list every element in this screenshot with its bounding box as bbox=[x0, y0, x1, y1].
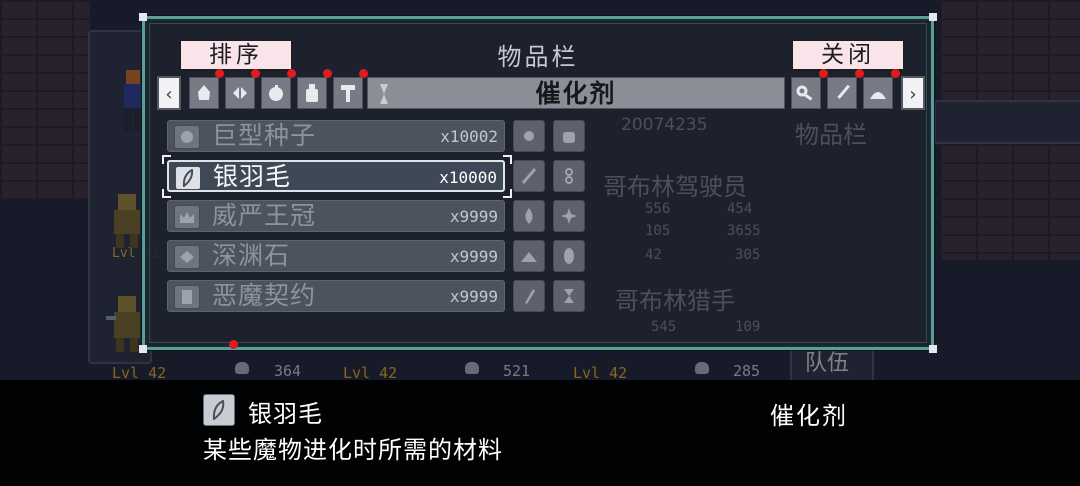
item-count: x9999 bbox=[449, 207, 498, 226]
key-icon bbox=[796, 85, 813, 101]
seed-icon bbox=[174, 125, 200, 149]
ghost-stat: 3655 bbox=[727, 223, 761, 239]
tab-stone[interactable] bbox=[189, 77, 219, 109]
inventory-slot[interactable] bbox=[513, 200, 545, 232]
description-text: 某些魔物进化时所需的材料 bbox=[203, 436, 503, 464]
tab-bottle[interactable] bbox=[297, 77, 327, 109]
item-description-bar: 银羽毛 催化剂 某些魔物进化时所需的材料 bbox=[0, 380, 1080, 486]
notification-dot bbox=[891, 69, 900, 78]
inventory-slot[interactable] bbox=[553, 280, 585, 312]
hourglass-icon bbox=[564, 289, 574, 303]
close-button-label: 关闭 bbox=[821, 42, 875, 68]
selection-bracket bbox=[503, 189, 512, 198]
inventory-slot[interactable] bbox=[553, 200, 585, 232]
helmet-icon bbox=[870, 92, 886, 99]
item-name: 巨型种子 bbox=[212, 121, 317, 150]
inventory-slot[interactable] bbox=[513, 120, 545, 152]
item-name: 银羽毛 bbox=[213, 162, 292, 191]
ghost-unit-name-2: 哥布林猎手 bbox=[615, 287, 735, 315]
tab-hammer[interactable] bbox=[333, 77, 363, 109]
inventory-slot[interactable] bbox=[513, 280, 545, 312]
tab-helmet[interactable] bbox=[863, 77, 893, 109]
tab-next-arrow[interactable]: › bbox=[901, 76, 925, 110]
sword-icon bbox=[837, 84, 850, 99]
ghost-stat: 105 bbox=[645, 223, 671, 239]
ghost-stat: 454 bbox=[727, 201, 753, 217]
branch-icon bbox=[521, 168, 537, 184]
tab-wing[interactable] bbox=[225, 77, 255, 109]
wing-icon bbox=[233, 87, 247, 99]
item-name: 深渊石 bbox=[212, 241, 291, 270]
gem-icon bbox=[564, 248, 574, 264]
drop-icon bbox=[525, 208, 533, 224]
notification-dot bbox=[359, 69, 368, 78]
ghost-score: 20074235 bbox=[621, 115, 708, 135]
notification-dot bbox=[229, 340, 238, 349]
sun-icon bbox=[524, 131, 534, 141]
inventory-slot[interactable] bbox=[553, 240, 585, 272]
item-row-majestic-crown[interactable]: 威严王冠 x9999 bbox=[167, 200, 505, 232]
panel-corner bbox=[929, 13, 937, 21]
ghost-unit-name-1: 哥布林驾驶员 bbox=[603, 173, 747, 201]
bottle-icon bbox=[306, 84, 318, 102]
inventory-slot[interactable] bbox=[553, 120, 585, 152]
item-row-silver-feather[interactable]: 银羽毛 x10000 bbox=[167, 160, 505, 192]
ghost-inventory-title: 物品栏 bbox=[795, 121, 867, 149]
pot-icon bbox=[563, 132, 575, 143]
ghost-stat: 556 bbox=[645, 201, 671, 217]
abyss-stone-icon bbox=[174, 245, 200, 269]
tab-prev-arrow[interactable]: ‹ bbox=[157, 76, 181, 110]
chain-icon bbox=[565, 168, 573, 184]
hammer-icon bbox=[341, 85, 355, 102]
star-icon bbox=[561, 208, 577, 224]
notification-dot bbox=[215, 69, 224, 78]
tab-sword[interactable] bbox=[827, 77, 857, 109]
selection-bracket bbox=[162, 155, 171, 164]
ghost-stat: 109 bbox=[735, 319, 761, 335]
inventory-panel: 20074235 物品栏 哥布林驾驶员 556 454 105 3655 42 … bbox=[139, 13, 937, 353]
inventory-slot[interactable] bbox=[553, 160, 585, 192]
item-name: 威严王冠 bbox=[212, 201, 317, 230]
crystal-icon bbox=[525, 289, 535, 304]
panel-corner bbox=[139, 345, 147, 353]
item-row-giant-seed[interactable]: 巨型种子 x10002 bbox=[167, 120, 505, 152]
item-row-abyss-stone[interactable]: 深渊石 x9999 bbox=[167, 240, 505, 272]
tab-orb[interactable] bbox=[261, 77, 291, 109]
description-item-name: 银羽毛 bbox=[248, 400, 323, 428]
ghost-stat: 305 bbox=[735, 247, 761, 263]
item-count: x9999 bbox=[449, 247, 498, 266]
notification-dot bbox=[323, 69, 332, 78]
panel-corner bbox=[929, 345, 937, 353]
item-row-demon-contract[interactable]: 恶魔契约 x9999 bbox=[167, 280, 505, 312]
item-count: x10002 bbox=[440, 127, 498, 146]
notification-dot bbox=[819, 69, 828, 78]
inventory-slot[interactable] bbox=[513, 240, 545, 272]
panel-corner bbox=[139, 13, 147, 21]
ghost-stat: 42 bbox=[645, 247, 662, 263]
item-count: x10000 bbox=[439, 168, 497, 187]
feather-icon bbox=[175, 166, 201, 190]
description-category: 催化剂 bbox=[770, 402, 848, 430]
ghost-stat: 545 bbox=[651, 319, 677, 335]
orb-icon bbox=[269, 85, 283, 101]
category-tab-row: ‹ 催化剂 › bbox=[155, 74, 927, 112]
selection-bracket bbox=[503, 155, 512, 164]
tab-key[interactable] bbox=[791, 77, 821, 109]
item-count: x9999 bbox=[449, 287, 498, 306]
mound-icon bbox=[521, 252, 537, 262]
contract-icon bbox=[174, 285, 200, 309]
crown-icon bbox=[174, 205, 200, 229]
feather-icon bbox=[203, 394, 235, 426]
active-category-label: 催化剂 bbox=[535, 79, 617, 108]
active-category-tab[interactable]: 催化剂 bbox=[367, 77, 785, 109]
stone-icon bbox=[198, 85, 210, 100]
notification-dot bbox=[287, 69, 296, 78]
item-name: 恶魔契约 bbox=[212, 281, 317, 310]
notification-dot bbox=[855, 69, 864, 78]
notification-dot bbox=[251, 69, 260, 78]
selection-bracket bbox=[162, 189, 171, 198]
close-button[interactable]: 关闭 bbox=[791, 39, 905, 71]
inventory-slot[interactable] bbox=[513, 160, 545, 192]
